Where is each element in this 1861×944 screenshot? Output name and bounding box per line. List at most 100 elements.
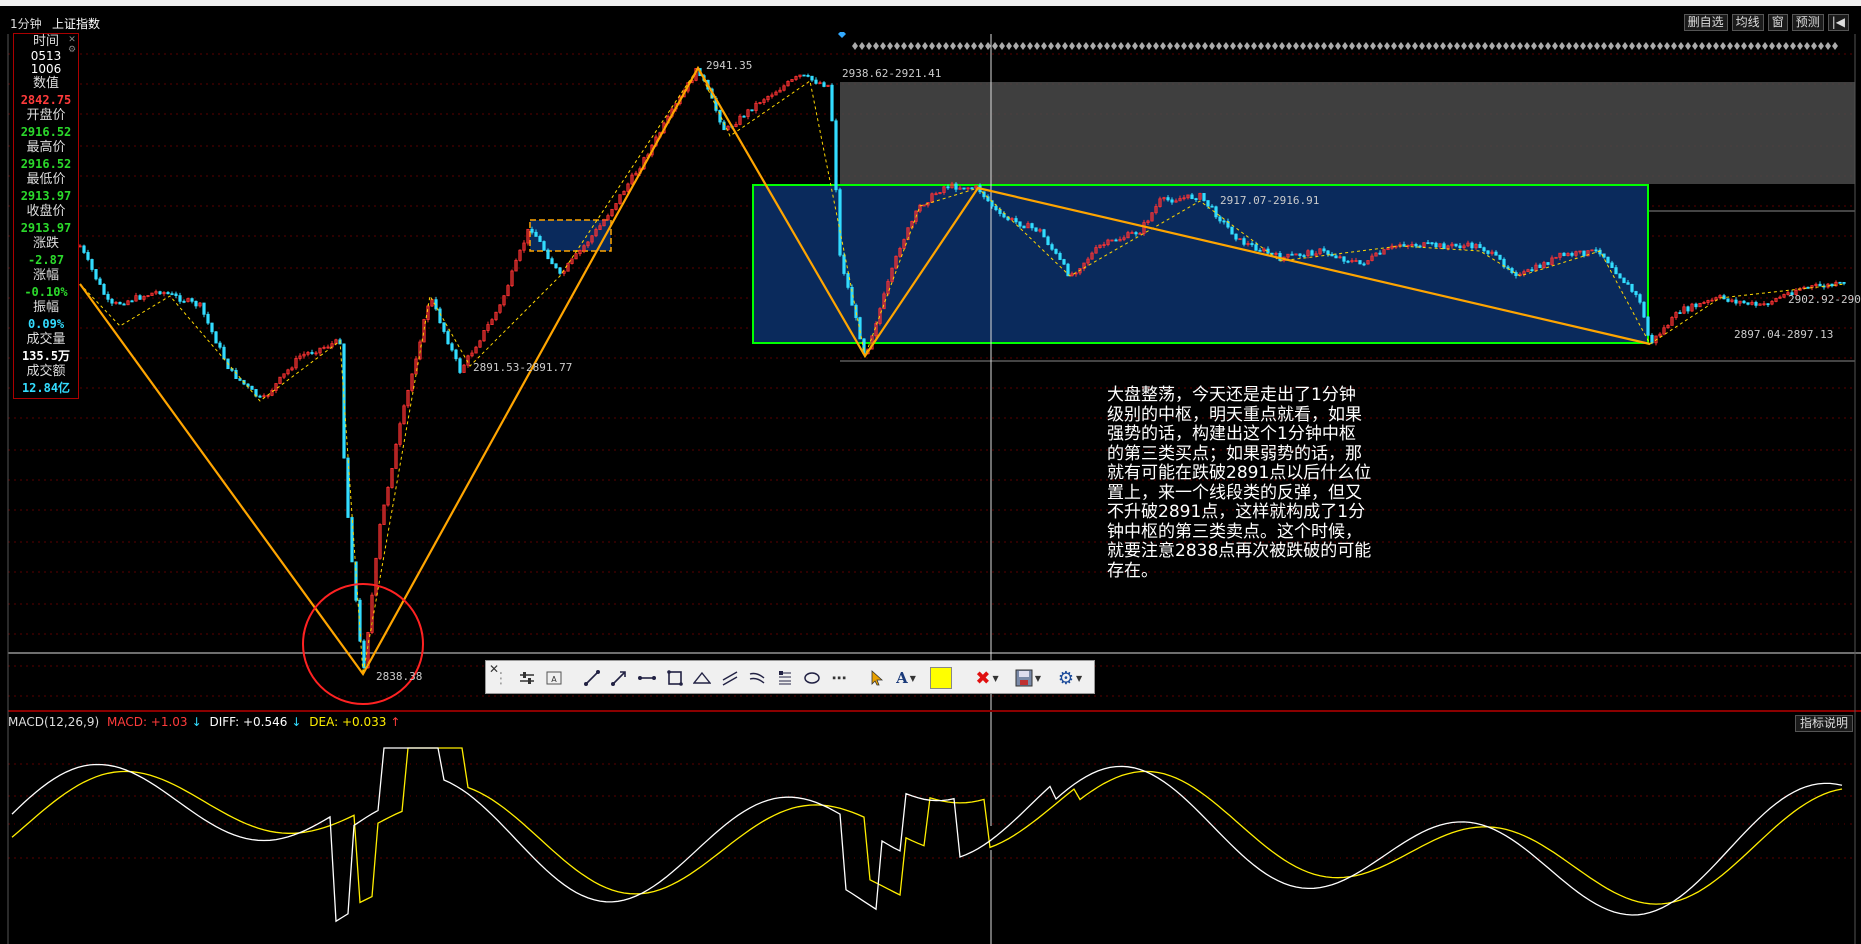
gear-icon[interactable]: ⚙▼ bbox=[1053, 667, 1087, 689]
rectangle-icon[interactable] bbox=[664, 667, 686, 689]
cursor-icon[interactable] bbox=[866, 667, 888, 689]
macd-bar bbox=[618, 826, 620, 857]
text-icon[interactable]: A▼ bbox=[891, 667, 921, 689]
timeline-marker bbox=[1314, 42, 1320, 50]
ellipse-icon[interactable] bbox=[801, 667, 823, 689]
main-chart-canvas[interactable] bbox=[0, 6, 1861, 944]
timeline-marker bbox=[1741, 42, 1747, 50]
macd-bar bbox=[678, 826, 680, 834]
macd-bar bbox=[1104, 808, 1106, 826]
candle-body bbox=[1015, 219, 1017, 222]
text-box-icon[interactable]: A bbox=[543, 667, 565, 689]
save-icon[interactable]: ▼ bbox=[1011, 667, 1045, 689]
candle-body bbox=[1231, 227, 1233, 234]
candle-body bbox=[1255, 245, 1257, 251]
candle-body bbox=[311, 352, 313, 353]
candle-body bbox=[971, 188, 973, 189]
timeline-marker bbox=[1433, 42, 1439, 50]
macd-name[interactable]: MACD(12,26,9) bbox=[8, 715, 99, 729]
candle-body bbox=[203, 303, 205, 314]
macd-bar bbox=[1626, 826, 1628, 869]
macd-bar bbox=[72, 798, 74, 826]
macd-bar bbox=[600, 826, 602, 858]
candle-body bbox=[1335, 256, 1337, 258]
macd-bar bbox=[693, 825, 695, 826]
macd-bar bbox=[387, 748, 389, 826]
timeline-marker bbox=[1573, 42, 1579, 50]
candle-body bbox=[1443, 244, 1445, 249]
macd-bar bbox=[945, 818, 947, 826]
line-icon[interactable] bbox=[581, 667, 603, 689]
macd-bar bbox=[186, 826, 188, 833]
macd-bar bbox=[1638, 826, 1640, 870]
segment-icon[interactable] bbox=[636, 667, 658, 689]
fib-icon[interactable] bbox=[774, 667, 796, 689]
candle-body bbox=[839, 190, 841, 255]
candle-body bbox=[183, 301, 185, 302]
candle-body bbox=[1299, 254, 1301, 256]
macd-bar bbox=[165, 822, 167, 826]
timeline-marker bbox=[1664, 42, 1670, 50]
macd-bar bbox=[1284, 826, 1286, 869]
macd-bar bbox=[831, 808, 833, 826]
more-icon[interactable]: ⋯ bbox=[828, 667, 850, 689]
candle-body bbox=[1679, 313, 1681, 314]
macd-bar bbox=[81, 797, 83, 826]
timeline-marker bbox=[1685, 42, 1691, 50]
delete-watchlist-button[interactable]: 删自选 bbox=[1684, 14, 1728, 31]
candle-body bbox=[171, 294, 173, 295]
macd-bar bbox=[624, 826, 626, 856]
macd-bar bbox=[825, 805, 827, 826]
timeline-marker bbox=[943, 42, 949, 50]
macd-bar bbox=[1800, 807, 1802, 826]
macd-bar bbox=[573, 826, 575, 853]
close-icon[interactable]: ✕ bbox=[67, 35, 77, 45]
macd-bar bbox=[1539, 826, 1541, 829]
macd-bar bbox=[705, 818, 707, 826]
collapse-icon[interactable]: |◀ bbox=[1828, 14, 1849, 31]
color-swatch-icon[interactable] bbox=[930, 667, 952, 689]
timeline-marker bbox=[1454, 42, 1460, 50]
macd-bar bbox=[1185, 824, 1187, 826]
grip-icon[interactable]: ⋮ bbox=[490, 667, 512, 689]
macd-bar bbox=[1161, 813, 1163, 826]
window-button[interactable]: 窗 bbox=[1768, 14, 1788, 31]
macd-bar bbox=[447, 795, 449, 826]
macd-bar bbox=[1218, 826, 1220, 843]
timeline-marker bbox=[1538, 42, 1544, 50]
macd-bar bbox=[1293, 826, 1295, 870]
moving-average-button[interactable]: 均线 bbox=[1732, 14, 1764, 31]
ray-icon[interactable] bbox=[608, 667, 630, 689]
macd-bar bbox=[1143, 808, 1145, 826]
macd-bar bbox=[1152, 810, 1154, 826]
macd-bar bbox=[504, 818, 506, 826]
wave-lines-icon[interactable] bbox=[746, 667, 768, 689]
indicator-help-button[interactable]: 指标说明 bbox=[1795, 715, 1853, 732]
macd-bar bbox=[1353, 826, 1355, 854]
forecast-button[interactable]: 预测 bbox=[1792, 14, 1824, 31]
macd-bar bbox=[459, 798, 461, 826]
timeline-marker bbox=[950, 42, 956, 50]
analysis-annotation[interactable]: 大盘整荡，今天还是走出了1分钟 级别的中枢，明天重点就看，如果 强势的话，构建出… bbox=[1107, 386, 1432, 581]
macd-bar bbox=[402, 743, 404, 826]
parallel-lines-icon[interactable] bbox=[719, 667, 741, 689]
period-label[interactable]: 1分钟 bbox=[10, 15, 42, 32]
macd-bar bbox=[1254, 826, 1256, 861]
macd-bar bbox=[1224, 826, 1226, 846]
candle-body bbox=[455, 350, 457, 359]
macd-bar bbox=[819, 803, 821, 826]
candle-body bbox=[87, 252, 89, 259]
candle-body bbox=[1607, 257, 1609, 263]
candle-body bbox=[1311, 251, 1313, 256]
macd-bar bbox=[1194, 826, 1196, 829]
timeline-marker bbox=[1419, 42, 1425, 50]
candle-body bbox=[351, 517, 353, 561]
delete-icon[interactable]: ✖▼ bbox=[972, 667, 1002, 689]
settings-sliders-icon[interactable] bbox=[516, 667, 538, 689]
gear-icon[interactable]: ⚙ bbox=[67, 45, 77, 55]
candle-body bbox=[831, 85, 833, 121]
pct-label: 涨幅 bbox=[14, 268, 78, 284]
timeline-marker bbox=[859, 42, 865, 50]
timeline-marker bbox=[1188, 42, 1194, 50]
triangle-icon[interactable] bbox=[691, 667, 713, 689]
